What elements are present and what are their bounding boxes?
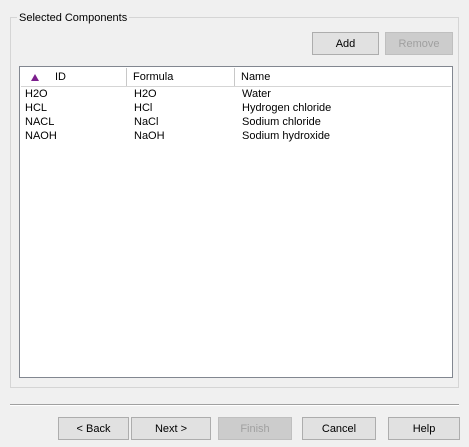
cell-formula: H2O bbox=[134, 88, 157, 100]
cell-name: Water bbox=[242, 88, 271, 100]
cell-id: H2O bbox=[25, 88, 48, 100]
column-header-id[interactable]: ID bbox=[21, 68, 127, 86]
next-button[interactable]: Next > bbox=[131, 417, 211, 440]
sort-ascending-icon bbox=[31, 74, 39, 81]
group-title: Selected Components bbox=[17, 12, 130, 25]
components-list[interactable]: ID Formula Name H2O H2O Water HCL HCl Hy… bbox=[19, 66, 453, 378]
column-header-name[interactable]: Name bbox=[235, 68, 451, 86]
column-header-formula[interactable]: Formula bbox=[127, 68, 235, 86]
wizard-separator bbox=[10, 404, 459, 406]
cancel-button[interactable]: Cancel bbox=[302, 417, 376, 440]
cell-name: Sodium chloride bbox=[242, 116, 321, 128]
table-row[interactable]: HCL HCl Hydrogen chloride bbox=[21, 101, 451, 115]
table-row[interactable]: NACL NaCl Sodium chloride bbox=[21, 115, 451, 129]
cell-id: HCL bbox=[25, 102, 48, 114]
column-header-name-label: Name bbox=[241, 71, 271, 83]
remove-button[interactable]: Remove bbox=[385, 32, 453, 55]
list-body: H2O H2O Water HCL HCl Hydrogen chloride … bbox=[21, 87, 451, 143]
list-header: ID Formula Name bbox=[21, 68, 451, 87]
cell-formula: NaCl bbox=[134, 116, 159, 128]
cell-id: NACL bbox=[25, 116, 55, 128]
table-row[interactable]: NAOH NaOH Sodium hydroxide bbox=[21, 129, 451, 143]
cell-name: Sodium hydroxide bbox=[242, 130, 331, 142]
cell-formula: HCl bbox=[134, 102, 153, 114]
finish-button[interactable]: Finish bbox=[218, 417, 292, 440]
cell-name: Hydrogen chloride bbox=[242, 102, 332, 114]
table-row[interactable]: H2O H2O Water bbox=[21, 87, 451, 101]
add-button[interactable]: Add bbox=[312, 32, 379, 55]
cell-formula: NaOH bbox=[134, 130, 165, 142]
cell-id: NAOH bbox=[25, 130, 57, 142]
back-button[interactable]: < Back bbox=[58, 417, 129, 440]
column-header-formula-label: Formula bbox=[133, 71, 174, 83]
column-header-id-label: ID bbox=[55, 71, 66, 83]
help-button[interactable]: Help bbox=[388, 417, 460, 440]
